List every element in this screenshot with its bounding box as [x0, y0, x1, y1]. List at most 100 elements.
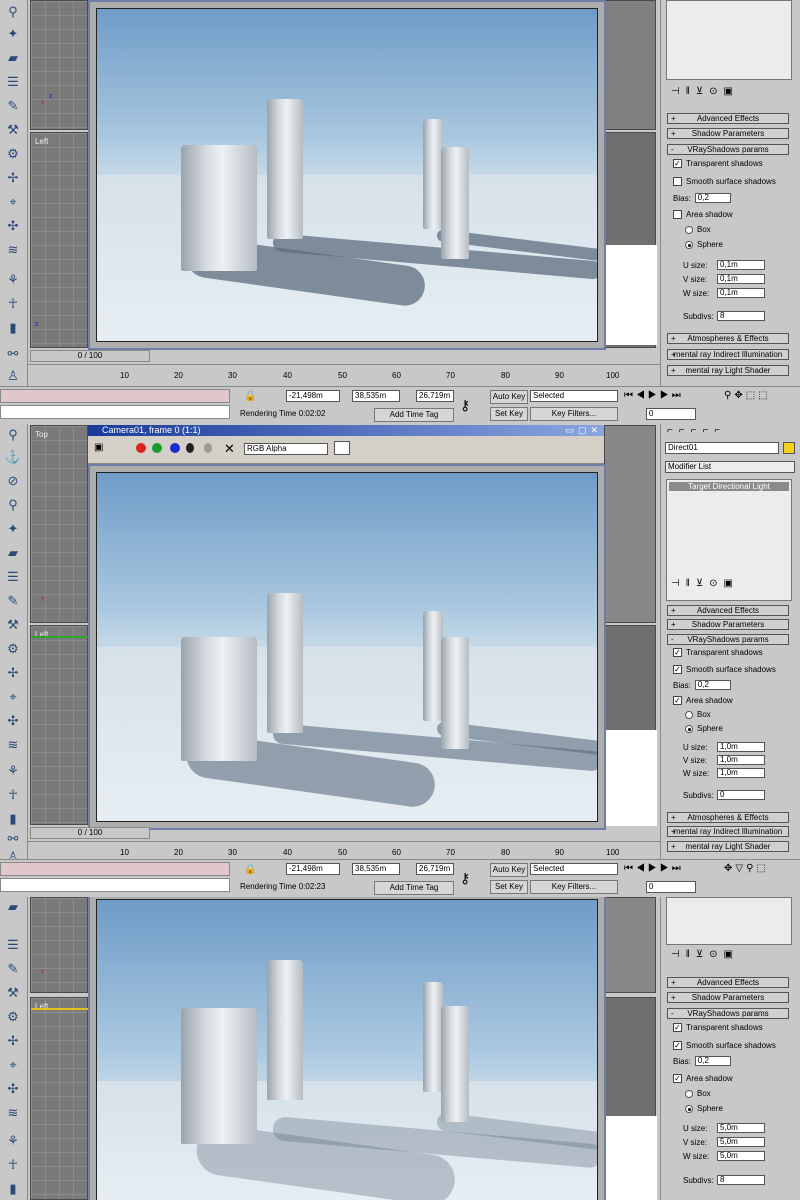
- spacewarp-icon[interactable]: ≋: [3, 240, 23, 260]
- maxscript-listener[interactable]: [0, 862, 230, 876]
- selection-dropdown[interactable]: Selected: [530, 863, 618, 875]
- viewport-front[interactable]: [604, 425, 656, 623]
- systems-icon[interactable]: ⚘: [3, 270, 23, 290]
- light-icon[interactable]: ✢: [3, 663, 23, 683]
- channel-dropdown[interactable]: RGB Alpha: [244, 443, 328, 455]
- modifier-list-dropdown[interactable]: Modifier List: [665, 461, 795, 473]
- object-color-swatch[interactable]: [783, 442, 795, 454]
- helper-icon[interactable]: ✣: [3, 1079, 23, 1099]
- viewport-left[interactable]: Left z: [30, 132, 88, 348]
- light-icon[interactable]: ✢: [3, 1031, 23, 1051]
- spacewarp-icon[interactable]: ≋: [3, 735, 23, 755]
- current-frame-field[interactable]: 0: [646, 881, 696, 893]
- material-editor-icon[interactable]: ✎: [3, 959, 23, 979]
- u-size-field[interactable]: 1,0m: [717, 742, 765, 752]
- layers-icon[interactable]: ☰: [3, 72, 23, 92]
- area-checkbox[interactable]: ✓: [673, 1074, 682, 1083]
- sphere-radio[interactable]: [685, 240, 693, 249]
- frame-slider[interactable]: 0 / 100: [30, 350, 150, 362]
- viewport-top[interactable]: x z: [30, 0, 88, 130]
- timeline[interactable]: 10 20 30 40 50 60 70 80 90 100: [28, 364, 660, 380]
- viewport-persp[interactable]: [604, 997, 657, 1200]
- navigation-controls[interactable]: ✥▽⚲⬚: [724, 863, 769, 874]
- helper-icon[interactable]: ✣: [3, 216, 23, 236]
- viewport-front[interactable]: [604, 0, 656, 130]
- subdivs-field[interactable]: 8: [717, 311, 765, 321]
- star-icon[interactable]: ✦: [3, 519, 23, 539]
- set-key-button[interactable]: Set Key: [490, 407, 528, 421]
- playback-controls[interactable]: ⏮◀▶▶⏭: [624, 390, 684, 401]
- viewport-persp[interactable]: [604, 625, 657, 826]
- layers-icon[interactable]: ☰: [3, 935, 23, 955]
- select-icon[interactable]: ⊘: [3, 471, 23, 491]
- u-size-field[interactable]: 5,0m: [717, 1123, 765, 1133]
- maxscript-listener[interactable]: [0, 389, 230, 403]
- window-controls[interactable]: ▭▢✕: [565, 425, 602, 436]
- light-icon[interactable]: ✢: [3, 168, 23, 188]
- box-radio[interactable]: [685, 225, 693, 234]
- utility-icon[interactable]: ♙: [3, 366, 23, 386]
- key-filters-button[interactable]: Key Filters...: [530, 880, 618, 894]
- lock-icon[interactable]: 🔒: [244, 391, 256, 402]
- camera-icon[interactable]: ⌖: [3, 1055, 23, 1075]
- playback-controls[interactable]: ⏮◀▶▶⏭: [624, 863, 684, 874]
- box-radio[interactable]: [685, 710, 693, 719]
- red-channel-icon[interactable]: [136, 443, 146, 453]
- tape-icon[interactable]: ▮: [3, 809, 23, 829]
- area-checkbox[interactable]: [673, 210, 682, 219]
- material-editor-icon[interactable]: ✎: [3, 96, 23, 116]
- bias-field[interactable]: 0,2: [694, 680, 731, 690]
- smooth-checkbox[interactable]: [673, 177, 682, 186]
- w-size-field[interactable]: 5,0m: [717, 1151, 765, 1161]
- y-coord-field[interactable]: 38,535m: [352, 390, 400, 402]
- blue-channel-icon[interactable]: [170, 443, 180, 453]
- area-shadow-row[interactable]: Area shadow: [673, 210, 733, 219]
- key-icon[interactable]: ⚷: [460, 397, 470, 414]
- viewport-top[interactable]: Top x: [30, 425, 88, 623]
- bind-icon[interactable]: ⚓: [3, 447, 23, 467]
- timeline[interactable]: 10 20 30 40 50 60 70 80 90 100: [28, 841, 660, 857]
- tape-icon[interactable]: ▮: [3, 318, 23, 338]
- selection-dropdown[interactable]: Selected: [530, 390, 618, 402]
- sphere-radio[interactable]: [685, 1104, 693, 1113]
- gear-icon[interactable]: ⚙: [3, 144, 23, 164]
- smooth-checkbox[interactable]: ✓: [673, 665, 682, 674]
- v-size-field[interactable]: 1,0m: [717, 755, 765, 765]
- sphere-radio[interactable]: [685, 724, 693, 733]
- smooth-checkbox[interactable]: ✓: [673, 1041, 682, 1050]
- display-icon[interactable]: ⚯: [3, 344, 23, 364]
- transparent-checkbox[interactable]: ✓: [673, 648, 682, 657]
- wrench-icon[interactable]: ⚒: [3, 615, 23, 635]
- z-coord-field[interactable]: 26,719m: [416, 863, 454, 875]
- transparent-shadows-row[interactable]: ✓ Transparent shadows: [673, 159, 763, 168]
- systems-icon[interactable]: ⚘: [3, 1131, 23, 1151]
- spacewarp-icon[interactable]: ≋: [3, 1103, 23, 1123]
- z-coord-field[interactable]: 26,719m: [416, 390, 454, 402]
- viewport-left[interactable]: Left: [30, 625, 89, 825]
- navigation-controls[interactable]: ⚲✥⬚⬚: [724, 390, 771, 401]
- clear-icon[interactable]: ✕: [224, 441, 235, 457]
- key-filters-button[interactable]: Key Filters...: [530, 407, 618, 421]
- render-scene-icon[interactable]: ▰: [3, 48, 23, 68]
- v-size-field[interactable]: 0,1m: [717, 274, 765, 284]
- maxscript-input[interactable]: [0, 878, 230, 892]
- modifier-stack[interactable]: [666, 897, 792, 945]
- smooth-shadows-row[interactable]: Smooth surface shadows: [673, 177, 776, 186]
- stack-controls[interactable]: ⊣‖⊻⊙▣: [671, 578, 739, 589]
- bias-field[interactable]: 0,2: [694, 1056, 731, 1066]
- stack-controls[interactable]: ⊣‖⊻⊙▣: [671, 86, 739, 97]
- systems-icon[interactable]: ⚘: [3, 761, 23, 781]
- w-size-field[interactable]: 0,1m: [717, 288, 765, 298]
- y-coord-field[interactable]: 38,535m: [352, 863, 400, 875]
- u-size-field[interactable]: 0,1m: [717, 260, 765, 270]
- display-icon[interactable]: ⚯: [3, 829, 23, 849]
- panel-tabs[interactable]: ⌐⌐⌐⌐⌐: [667, 425, 726, 436]
- stack-controls[interactable]: ⊣‖⊻⊙▣: [671, 949, 739, 960]
- link-icon[interactable]: ⚲: [3, 425, 23, 445]
- link-icon[interactable]: ⚲: [3, 2, 23, 22]
- color-swatch[interactable]: [334, 441, 350, 455]
- material-editor-icon[interactable]: ✎: [3, 591, 23, 611]
- auto-key-button[interactable]: Auto Key: [490, 863, 528, 877]
- gear-icon[interactable]: ⚙: [3, 1007, 23, 1027]
- key-icon[interactable]: ⚷: [460, 870, 470, 887]
